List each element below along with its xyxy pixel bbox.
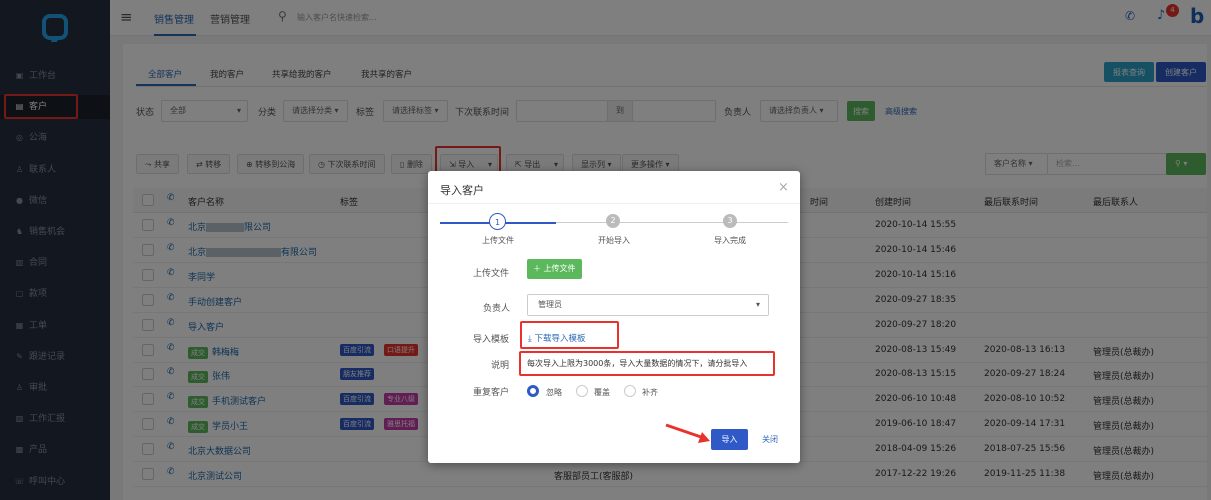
description-label: 说明 [491, 361, 510, 371]
owner-field-select[interactable]: 管理员 ▾ [527, 294, 769, 316]
radio-ignore[interactable] [527, 385, 539, 397]
template-highlight-box [520, 321, 619, 349]
close-icon[interactable]: × [778, 180, 789, 195]
owner-field-value: 管理员 [538, 300, 562, 309]
stepper-line-todo [556, 222, 788, 223]
owner-field-label: 负责人 [483, 304, 511, 314]
plus-icon: ＋ [533, 264, 544, 273]
dialog-title: 导入客户 [440, 184, 484, 197]
radio-fill-label: 补齐 [642, 388, 658, 397]
step-3-circle: 3 [723, 214, 737, 228]
description-highlight-box [519, 351, 775, 376]
close-dialog-link[interactable]: 关闭 [762, 434, 778, 445]
upload-file-button[interactable]: ＋ 上传文件 [527, 259, 582, 279]
upload-file-label: 上传文件 [473, 269, 510, 279]
step-1-label: 上传文件 [482, 236, 514, 245]
chevron-down-icon: ▾ [755, 300, 760, 309]
step-3-label: 导入完成 [714, 236, 746, 245]
step-2-circle: 2 [606, 214, 620, 228]
radio-ignore-label: 忽略 [546, 388, 562, 397]
template-label: 导入模板 [473, 335, 510, 345]
step-2-label: 开始导入 [598, 236, 630, 245]
red-arrow-pointer [665, 423, 710, 443]
radio-overwrite[interactable] [576, 385, 588, 397]
import-customer-dialog: 导入客户 × 1 2 3 上传文件 开始导入 导入完成 上传文件 ＋ 上传文件 … [428, 171, 800, 463]
radio-overwrite-label: 覆盖 [594, 388, 610, 397]
import-submit-button[interactable]: 导入 [711, 429, 748, 450]
radio-fill[interactable] [624, 385, 636, 397]
step-1-circle: 1 [489, 213, 506, 230]
upload-file-button-label: 上传文件 [543, 264, 576, 273]
dialog-title-divider [428, 203, 800, 204]
duplicate-label: 重复客户 [473, 388, 510, 398]
